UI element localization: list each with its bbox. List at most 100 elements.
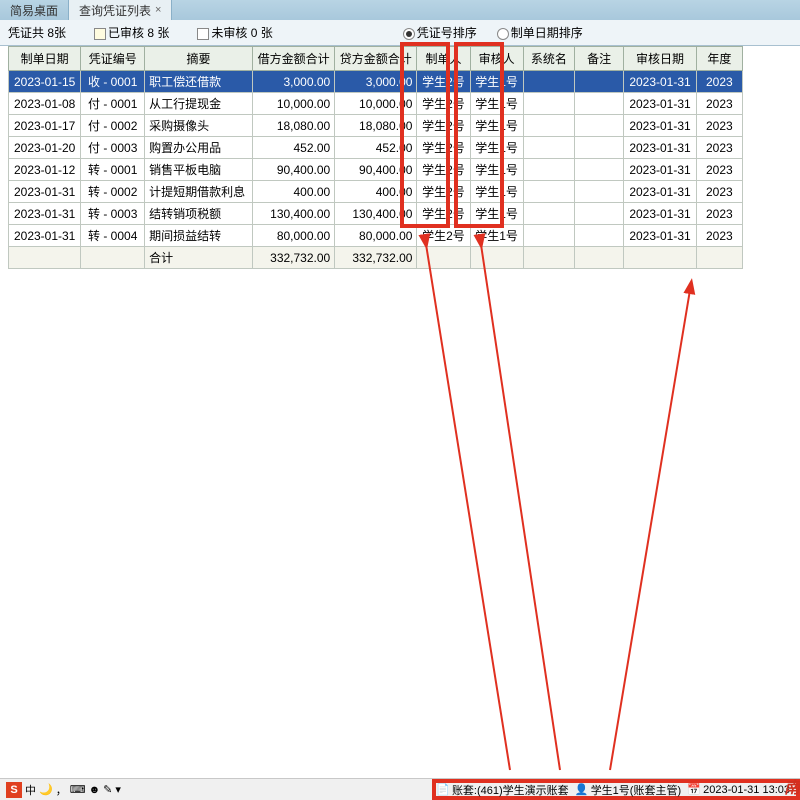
calendar-icon: 📅 (687, 783, 701, 797)
col-header[interactable]: 制单日期 (9, 47, 81, 71)
cell: 452.00 (252, 137, 334, 159)
cell: 10,000.00 (252, 93, 334, 115)
cell: 2023-01-31 (9, 203, 81, 225)
cell: 采购摄像头 (145, 115, 253, 137)
cell: 90,400.00 (335, 159, 417, 181)
tab-voucher-list[interactable]: 查询凭证列表× (69, 0, 172, 20)
total-row: 合计332,732.00332,732.00 (9, 247, 743, 269)
cell: 2023 (696, 93, 742, 115)
cell (523, 203, 574, 225)
cell (470, 247, 523, 269)
col-header[interactable]: 年度 (696, 47, 742, 71)
cell: 学生2号 (417, 115, 470, 137)
table-row[interactable]: 2023-01-08付 - 0001从工行提现金10,000.0010,000.… (9, 93, 743, 115)
col-header[interactable]: 备注 (575, 47, 624, 71)
cell: 2023-01-31 (9, 225, 81, 247)
cell: 学生1号 (470, 181, 523, 203)
cell: 学生1号 (470, 71, 523, 93)
cell: 期间损益结转 (145, 225, 253, 247)
cell (575, 71, 624, 93)
cell: 2023 (696, 181, 742, 203)
status-bar: S 中 🌙 ， ⌨ ☻ ✎ ▾ 📄账套:(461)学生演示账套 👤学生1号(账套… (0, 778, 800, 800)
cell (575, 203, 624, 225)
cell (575, 137, 624, 159)
cell: 付 - 0002 (81, 115, 145, 137)
cell: 2023 (696, 71, 742, 93)
cell: 332,732.00 (335, 247, 417, 269)
cell: 付 - 0003 (81, 137, 145, 159)
moon-icon: 🌙 (39, 783, 53, 796)
cell (575, 225, 624, 247)
cell: 2023-01-12 (9, 159, 81, 181)
table-row[interactable]: 2023-01-12转 - 0001销售平板电脑90,400.0090,400.… (9, 159, 743, 181)
sort-by-number-radio[interactable] (403, 28, 415, 40)
unchecked-checkbox[interactable] (197, 28, 209, 40)
face-icon: ☻ (89, 784, 101, 796)
cell (523, 93, 574, 115)
col-header[interactable]: 系统名 (523, 47, 574, 71)
table-row[interactable]: 2023-01-31转 - 0002计提短期借款利息400.00400.00学生… (9, 181, 743, 203)
sogou-icon[interactable]: S (6, 782, 22, 798)
cell: 80,000.00 (252, 225, 334, 247)
tool-icon: ✎ (103, 783, 112, 796)
sort-by-date-radio[interactable] (497, 28, 509, 40)
cell: 转 - 0002 (81, 181, 145, 203)
col-header[interactable]: 贷方金额合计 (335, 47, 417, 71)
sort-num-label: 凭证号排序 (417, 26, 477, 40)
cell: 3,000.00 (252, 71, 334, 93)
col-header[interactable]: 制单人 (417, 47, 470, 71)
cell (523, 137, 574, 159)
sort-date-label: 制单日期排序 (511, 26, 583, 40)
checked-checkbox[interactable] (94, 28, 106, 40)
tab-desktop[interactable]: 简易桌面 (0, 0, 69, 20)
voucher-count-label: 凭证共 8张 (8, 24, 66, 41)
cell: 学生2号 (417, 181, 470, 203)
watermark: 南 (784, 774, 800, 798)
cell (575, 115, 624, 137)
cell: 2023-01-31 (624, 115, 696, 137)
cell: 332,732.00 (252, 247, 334, 269)
cell: 2023-01-31 (624, 93, 696, 115)
table-row[interactable]: 2023-01-17付 - 0002采购摄像头18,080.0018,080.0… (9, 115, 743, 137)
col-header[interactable]: 借方金额合计 (252, 47, 334, 71)
cell (523, 115, 574, 137)
cell: 452.00 (335, 137, 417, 159)
cell (575, 159, 624, 181)
cell (81, 247, 145, 269)
cell: 学生2号 (417, 71, 470, 93)
table-row[interactable]: 2023-01-20付 - 0003购置办公用品452.00452.00学生2号… (9, 137, 743, 159)
cell: 2023-01-31 (624, 225, 696, 247)
ime-icons: S 中 🌙 ， ⌨ ☻ ✎ ▾ (0, 782, 127, 798)
cell: 学生2号 (417, 225, 470, 247)
col-header[interactable]: 审核人 (470, 47, 523, 71)
col-header[interactable]: 摘要 (145, 47, 253, 71)
cell: 销售平板电脑 (145, 159, 253, 181)
close-icon[interactable]: × (155, 4, 161, 16)
unchecked-label: 未审核 0 张 (211, 26, 272, 40)
cell: 2023 (696, 203, 742, 225)
col-header[interactable]: 审核日期 (624, 47, 696, 71)
cell: 400.00 (335, 181, 417, 203)
user-status: 👤学生1号(账套主管) (575, 782, 681, 798)
user-icon: 👤 (575, 783, 589, 797)
cell: 购置办公用品 (145, 137, 253, 159)
table-row[interactable]: 2023-01-15收 - 0001职工偿还借款3,000.003,000.00… (9, 71, 743, 93)
cell: 结转销项税额 (145, 203, 253, 225)
table-row[interactable]: 2023-01-31转 - 0004期间损益结转80,000.0080,000.… (9, 225, 743, 247)
cell: 转 - 0003 (81, 203, 145, 225)
cell (9, 247, 81, 269)
cell: 2023-01-08 (9, 93, 81, 115)
col-header[interactable]: 凭证编号 (81, 47, 145, 71)
cell: 学生2号 (417, 93, 470, 115)
cell: 学生2号 (417, 137, 470, 159)
cell: 18,080.00 (252, 115, 334, 137)
cell (523, 71, 574, 93)
cell: 2023-01-31 (624, 137, 696, 159)
cell: 2023-01-31 (624, 203, 696, 225)
cell: 2023 (696, 137, 742, 159)
table-header-row: 制单日期凭证编号摘要借方金额合计贷方金额合计制单人审核人系统名备注审核日期年度 (9, 47, 743, 71)
cell: 2023-01-17 (9, 115, 81, 137)
table-row[interactable]: 2023-01-31转 - 0003结转销项税额130,400.00130,40… (9, 203, 743, 225)
cell: 学生1号 (470, 159, 523, 181)
cell: 80,000.00 (335, 225, 417, 247)
